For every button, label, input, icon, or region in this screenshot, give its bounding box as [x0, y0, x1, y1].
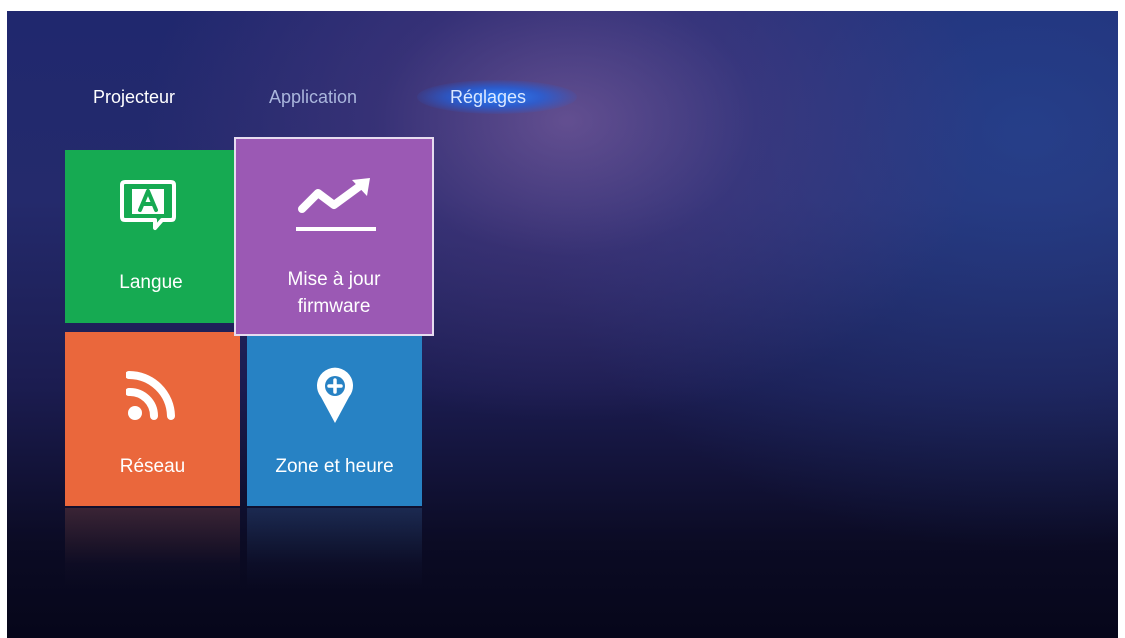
trending-up-icon	[296, 178, 376, 231]
tile-reflection	[247, 508, 422, 588]
tile-langue-label: Langue	[119, 272, 183, 293]
tile-langue[interactable]: Langue	[65, 150, 237, 323]
settings-screen: Projecteur Application Réglages Langue M…	[7, 11, 1118, 638]
language-icon	[120, 180, 176, 230]
rss-icon	[126, 371, 175, 420]
tab-application[interactable]: Application	[269, 86, 357, 108]
tab-projecteur[interactable]: Projecteur	[93, 86, 175, 108]
tile-reseau-label: Réseau	[119, 456, 186, 477]
map-pin-icon	[317, 367, 353, 423]
tile-reflection	[65, 508, 240, 588]
tab-reglages[interactable]: Réglages	[450, 86, 526, 108]
tile-reseau[interactable]: Réseau	[65, 332, 240, 506]
tile-zone-et-heure[interactable]: Zone et heure	[247, 332, 422, 506]
tile-firmware-label-line2: firmware	[297, 296, 371, 317]
tile-zone-label: Zone et heure	[275, 456, 394, 477]
tile-firmware-label-line1: Mise à jour	[287, 269, 381, 290]
tile-firmware-update[interactable]: Mise à jour firmware	[236, 139, 432, 334]
